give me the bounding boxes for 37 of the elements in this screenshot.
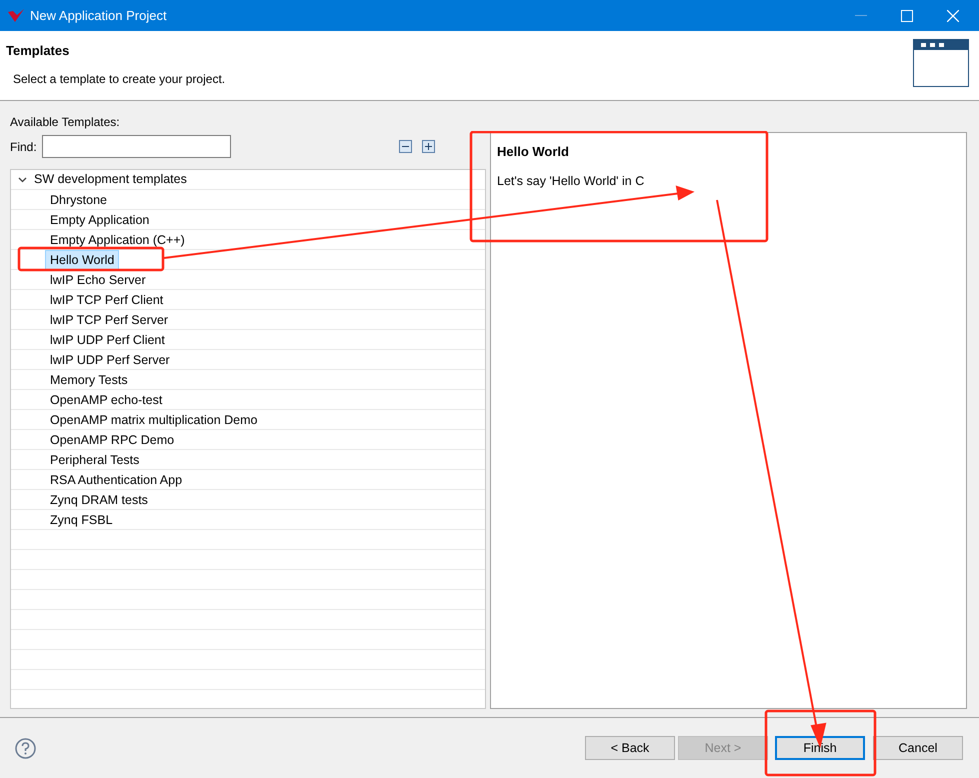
- template-item[interactable]: Zynq DRAM tests: [45, 490, 153, 510]
- template-item[interactable]: lwIP TCP Perf Server: [45, 310, 174, 330]
- chevron-down-icon[interactable]: [18, 176, 27, 182]
- window-title: New Application Project: [30, 6, 167, 25]
- window-icon: [913, 39, 969, 87]
- find-field[interactable]: [42, 135, 231, 158]
- template-item[interactable]: Hello World: [45, 250, 120, 270]
- template-item[interactable]: lwIP UDP Perf Client: [45, 330, 170, 350]
- collapse-all-icon[interactable]: [399, 140, 412, 153]
- header-description: Select a template to create your project.: [13, 70, 226, 88]
- description-title: Hello World: [497, 143, 570, 161]
- template-item[interactable]: OpenAMP matrix multiplication Demo: [45, 410, 262, 430]
- header-title: Templates: [6, 42, 70, 60]
- template-item[interactable]: OpenAMP RPC Demo: [45, 430, 180, 450]
- available-templates-label: Available Templates:: [10, 114, 121, 131]
- maximize-icon[interactable]: [901, 10, 913, 22]
- template-item[interactable]: RSA Authentication App: [45, 470, 188, 490]
- template-item[interactable]: lwIP TCP Perf Client: [45, 290, 168, 310]
- template-item[interactable]: Dhrystone: [45, 190, 112, 210]
- description-text: Let's say 'Hello World' in C: [497, 172, 646, 190]
- template-item[interactable]: Empty Application: [45, 210, 154, 230]
- dialog-button[interactable]: Cancel: [873, 736, 963, 760]
- dialog-button[interactable]: Finish: [775, 736, 865, 760]
- template-item[interactable]: lwIP Echo Server: [45, 270, 151, 290]
- template-item[interactable]: Peripheral Tests: [45, 450, 144, 470]
- help-icon[interactable]: [15, 738, 36, 758]
- dialog-button[interactable]: < Back: [585, 736, 675, 760]
- template-item[interactable]: lwIP UDP Perf Server: [45, 350, 175, 370]
- template-item[interactable]: Empty Application (C++): [45, 230, 190, 250]
- app-logo-icon: [8, 8, 24, 22]
- tree-group-label[interactable]: SW development templates: [34, 170, 187, 189]
- expand-all-icon[interactable]: [422, 140, 435, 153]
- template-item[interactable]: OpenAMP echo-test: [45, 390, 168, 410]
- template-item[interactable]: Memory Tests: [45, 370, 133, 390]
- close-icon[interactable]: [947, 10, 959, 22]
- find-label: Find:: [10, 138, 38, 156]
- template-item[interactable]: Zynq FSBL: [45, 510, 118, 530]
